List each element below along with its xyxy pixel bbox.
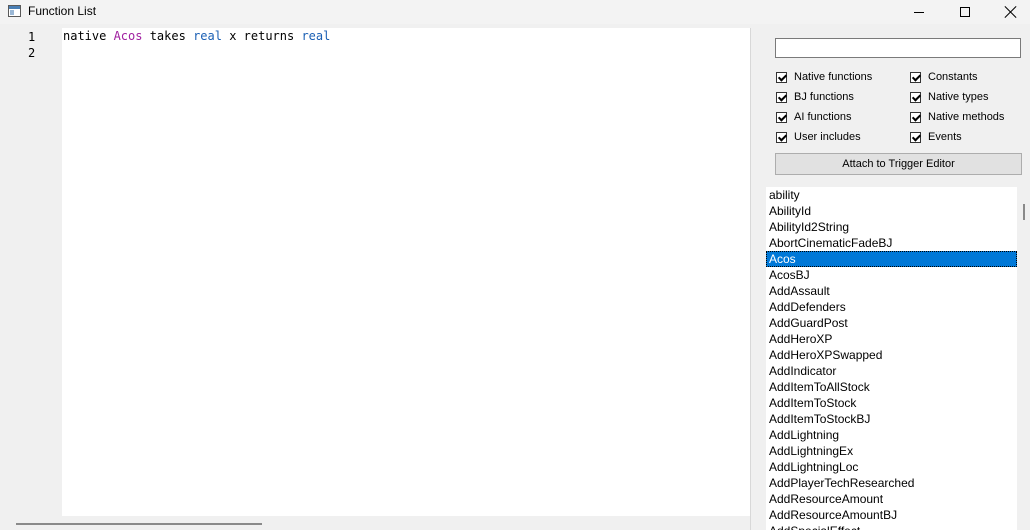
minimize-button[interactable] [896,0,942,24]
function-list-item[interactable]: Acos [766,251,1017,267]
filter-native-types[interactable]: Native types [910,89,989,105]
search-input[interactable] [775,38,1021,58]
panel-splitter[interactable] [750,28,763,530]
line-number-gutter: 1 2 [0,28,62,516]
line-number: 1 [28,30,36,44]
filter-ai-functions[interactable]: AI functions [776,109,851,125]
function-list-item[interactable]: AddLightning [766,427,1017,443]
function-browser-panel: Native functions BJ functions AI functio… [763,28,1030,530]
maximize-button[interactable] [942,0,988,24]
function-list-item[interactable]: AcosBJ [766,267,1017,283]
code-text-area[interactable]: native Acos takes real x returns real [62,28,750,516]
checkbox-label: User includes [794,131,861,143]
function-list-item[interactable]: AddItemToStock [766,395,1017,411]
function-list-item[interactable]: AddHeroXP [766,331,1017,347]
code-token-function-name: Acos [113,29,143,43]
minimize-icon [914,11,924,13]
horizontal-scrollbar[interactable] [0,516,750,530]
close-button[interactable] [988,0,1030,24]
checkbox-icon[interactable] [910,131,921,143]
code-line: native Acos takes real x returns real [63,29,330,43]
code-token-return-type: real [301,29,331,43]
function-list-item[interactable]: AbilityId2String [766,219,1017,235]
function-list-item[interactable]: AddItemToAllStock [766,379,1017,395]
function-list-item[interactable]: AddLightningLoc [766,459,1017,475]
function-list[interactable]: ability AbilityId AbilityId2String AbortCin… [766,187,1017,530]
checkbox-label: BJ functions [794,91,854,103]
checkbox-icon[interactable] [776,71,787,83]
function-list-item[interactable]: AddLightningEx [766,443,1017,459]
filter-events[interactable]: Events [910,129,962,145]
checkbox-label: Native types [928,91,989,103]
filter-native-functions[interactable]: Native functions [776,69,872,85]
code-token-returns: x returns [221,29,302,43]
horizontal-scrollbar-thumb[interactable] [16,523,262,525]
code-token-param-type: real [193,29,222,43]
function-list-item[interactable]: AbortCinematicFadeBJ [766,235,1017,251]
function-list-item[interactable]: AddPlayerTechResearched [766,475,1017,491]
checkbox-icon[interactable] [910,91,921,103]
function-list-item[interactable]: AddSpecialEffect [766,523,1017,530]
checkbox-icon[interactable] [776,131,787,143]
function-list-item[interactable]: AddHeroXPSwapped [766,347,1017,363]
checkbox-label: Constants [928,71,978,83]
function-list-window: Function List 1 2 native Acos takes real… [0,0,1030,530]
filter-constants[interactable]: Constants [910,69,978,85]
line-number: 2 [28,46,36,60]
function-list-item[interactable]: AbilityId [766,203,1017,219]
checkbox-label: Events [928,131,962,143]
function-list-item[interactable]: AddAssault [766,283,1017,299]
function-list-item[interactable]: AddResourceAmountBJ [766,507,1017,523]
attach-to-trigger-editor-button[interactable]: Attach to Trigger Editor [775,153,1022,175]
checkbox-icon[interactable] [776,91,787,103]
code-editor[interactable]: 1 2 native Acos takes real x returns rea… [0,28,750,516]
vertical-scrollbar-thumb[interactable] [1023,204,1025,220]
filter-user-includes[interactable]: User includes [776,129,861,145]
filter-native-methods[interactable]: Native methods [910,109,1004,125]
filter-bj-functions[interactable]: BJ functions [776,89,854,105]
function-list-item[interactable]: AddResourceAmount [766,491,1017,507]
vertical-scrollbar[interactable] [1017,187,1030,530]
app-window-icon [8,5,21,17]
code-token-takes: takes [142,29,194,43]
title-bar[interactable]: Function List [0,0,1030,24]
function-list-item[interactable]: AddItemToStockBJ [766,411,1017,427]
checkbox-icon[interactable] [910,71,921,83]
checkbox-icon[interactable] [910,111,921,123]
close-icon [1005,6,1017,18]
function-list-item[interactable]: ability [766,187,1017,203]
checkbox-label: Native functions [794,71,873,83]
checkbox-label: Native methods [928,111,1005,123]
maximize-icon [960,7,970,17]
function-list-item[interactable]: AddIndicator [766,363,1017,379]
code-token-native: native [63,29,114,43]
checkbox-icon[interactable] [776,111,787,123]
checkbox-label: AI functions [794,111,852,123]
function-list-item[interactable]: AddDefenders [766,299,1017,315]
window-title: Function List [28,4,97,18]
function-list-item[interactable]: AddGuardPost [766,315,1017,331]
